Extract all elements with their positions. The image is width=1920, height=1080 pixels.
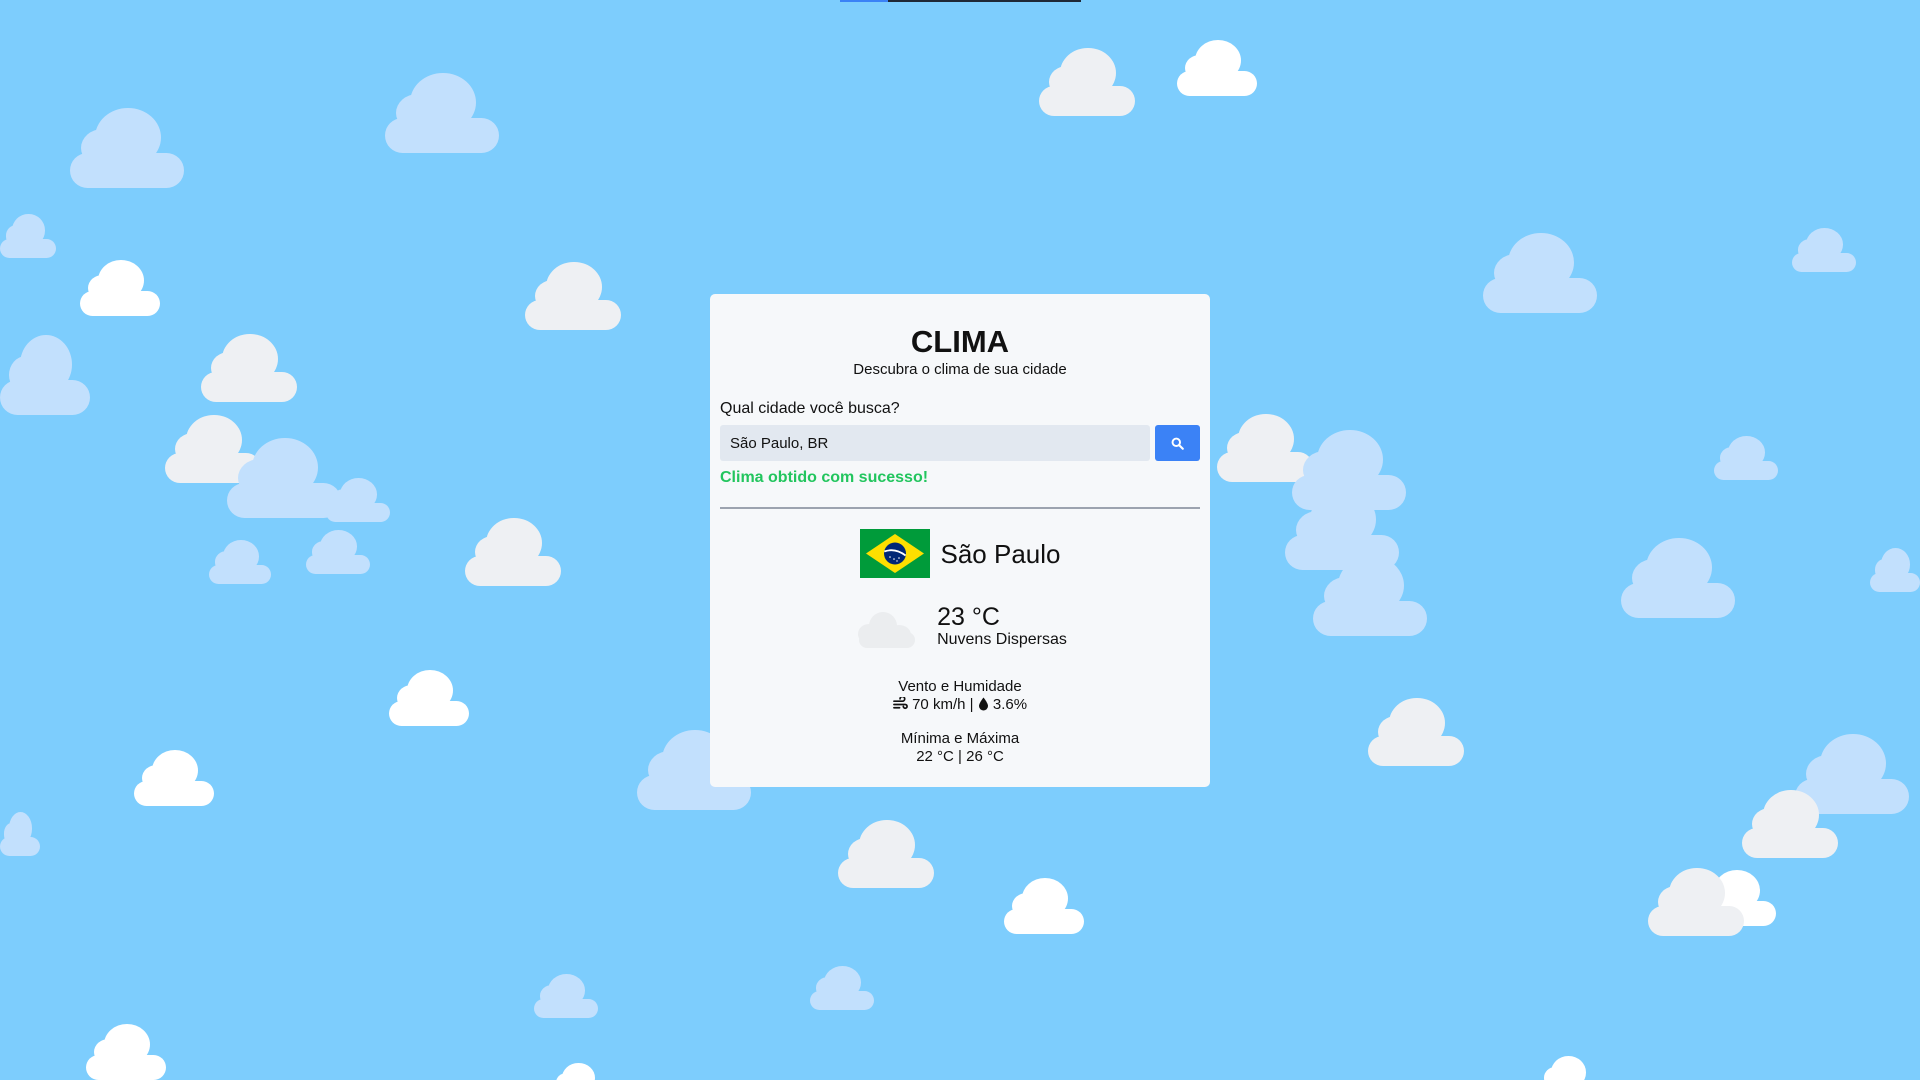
cloud-icon	[86, 1024, 166, 1080]
cloud-icon	[1621, 538, 1735, 618]
cloud-icon	[1368, 698, 1464, 766]
cloud-icon	[1870, 548, 1920, 592]
wind-humidity-section: Vento e Humidade 70 km/h | 3.6%	[720, 678, 1200, 714]
cloud-icon	[1177, 40, 1257, 96]
cloud-icon	[0, 335, 90, 415]
search-label: Qual cidade você busca?	[720, 400, 900, 417]
weather-card: CLIMA Descubra o clima de sua cidade Qua…	[710, 294, 1210, 787]
top-progress-bar	[840, 0, 1081, 2]
humidity-value: 3.6%	[992, 696, 1028, 713]
temperature-block: 23 °C Nuvens Dispersas	[937, 603, 1067, 649]
cloud-icon	[1795, 734, 1909, 814]
cloud-icon	[306, 530, 370, 574]
cloud-icon	[1648, 868, 1744, 936]
cloud-icon	[165, 415, 261, 483]
min-max-section: Mínima e Máxima 22 °C | 26 °C	[720, 730, 1200, 766]
weather-description: Nuvens Dispersas	[937, 631, 1067, 648]
cloud-icon	[70, 108, 184, 188]
cloud-icon	[134, 750, 214, 806]
cloud-icon	[1483, 233, 1597, 313]
cloud-icon	[1292, 430, 1406, 510]
brazil-flag-icon	[859, 529, 930, 578]
cloud-icon	[201, 334, 297, 402]
wind-icon	[893, 697, 908, 710]
search-icon	[1171, 437, 1184, 450]
status-message: Clima obtido com sucesso!	[720, 469, 929, 486]
cloud-icon	[1696, 870, 1776, 926]
app-subtitle: Descubra o clima de sua cidade	[853, 361, 1067, 378]
wind-speed: 70 km/h	[912, 696, 966, 713]
min-max-values: 22 °C | 26 °C	[916, 748, 1004, 765]
min-max-title: Mínima e Máxima	[900, 730, 1020, 747]
wind-humidity-values: 70 km/h | 3.6%	[720, 696, 1200, 714]
cloud-icon	[209, 540, 271, 584]
cloud-icon	[465, 518, 561, 586]
cloud-icon	[385, 73, 499, 153]
temperature-row: 23 °C Nuvens Dispersas	[720, 600, 1200, 652]
wind-humidity-title: Vento e Humidade	[898, 678, 1022, 695]
search-button[interactable]	[1155, 425, 1200, 461]
city-header: São Paulo	[720, 529, 1200, 578]
cloud-icon	[1538, 1056, 1598, 1080]
city-name: São Paulo	[940, 538, 1061, 569]
cloud-icon	[1217, 414, 1313, 482]
cloud-icon	[838, 820, 934, 888]
droplet-icon	[978, 697, 988, 711]
cloud-icon	[1004, 878, 1084, 934]
wind-humidity-separator: |	[969, 696, 974, 713]
divider	[720, 507, 1200, 509]
cloud-icon	[227, 438, 341, 518]
cloud-icon	[525, 262, 621, 330]
cloud-icon	[534, 974, 598, 1018]
scattered-clouds-icon	[853, 608, 923, 652]
cloud-icon	[389, 670, 469, 726]
search-form	[720, 425, 1200, 461]
cloud-icon	[326, 478, 390, 522]
cloud-icon	[1714, 436, 1778, 480]
cloud-icon	[1313, 556, 1427, 636]
cloud-icon	[0, 214, 56, 258]
cloud-icon	[80, 260, 160, 316]
cloud-icon	[1792, 228, 1856, 272]
cloud-icon	[1285, 490, 1399, 570]
cloud-icon	[0, 812, 40, 856]
cloud-icon	[1742, 790, 1838, 858]
cloud-icon	[1039, 48, 1135, 116]
temperature-value: 23 °C	[937, 603, 1000, 631]
city-search-input[interactable]	[720, 425, 1150, 461]
cloud-icon	[810, 966, 874, 1010]
app-title: CLIMA	[910, 324, 1010, 359]
cloud-icon	[550, 1063, 606, 1080]
